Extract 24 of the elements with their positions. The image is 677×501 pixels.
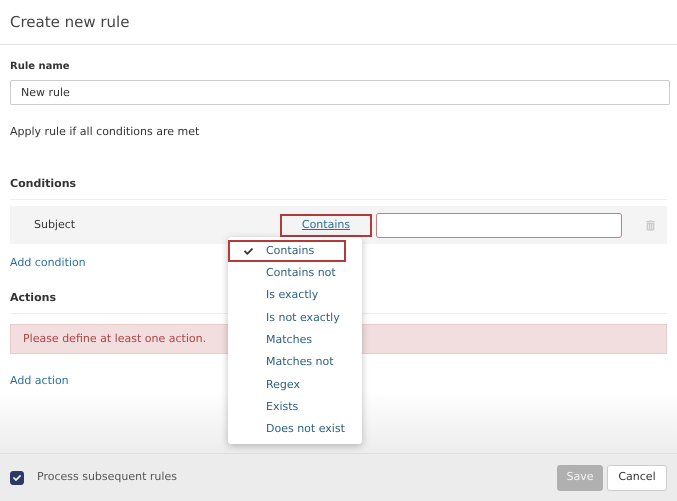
menu-option[interactable]: Matches not <box>228 351 362 374</box>
condition-value-field[interactable] <box>376 212 622 238</box>
field-label: Rule name <box>10 60 71 74</box>
menu-option[interactable]: Regex <box>228 374 362 396</box>
checkbox[interactable] <box>10 470 24 484</box>
condition-field: Subject <box>34 216 280 234</box>
section-heading: Actions <box>10 290 56 306</box>
operator-link[interactable]: Contains <box>280 214 372 236</box>
rule-name-field[interactable]: New rule <box>10 80 670 105</box>
checkbox-label: Process subsequent rules <box>37 469 177 486</box>
check-icon <box>244 246 252 256</box>
check-icon <box>13 474 21 482</box>
cancel-button[interactable]: Cancel <box>607 464 667 490</box>
dialog-title: Create new rule <box>10 13 130 31</box>
menu-option[interactable]: Exists <box>228 396 362 418</box>
apply-rule-text: Apply rule if all conditions are met <box>10 124 200 140</box>
section-heading: Conditions <box>10 176 76 192</box>
menu-option[interactable]: Contains not <box>228 262 362 285</box>
add-action-link[interactable]: Add action <box>10 373 69 390</box>
menu-option[interactable]: Is exactly <box>228 284 362 307</box>
menu-option[interactable]: Matches <box>228 329 362 352</box>
add-condition-link[interactable]: Add condition <box>10 255 86 272</box>
menu-option[interactable]: Does not exist <box>228 418 362 441</box>
menu-option[interactable]: Contains <box>228 240 346 262</box>
